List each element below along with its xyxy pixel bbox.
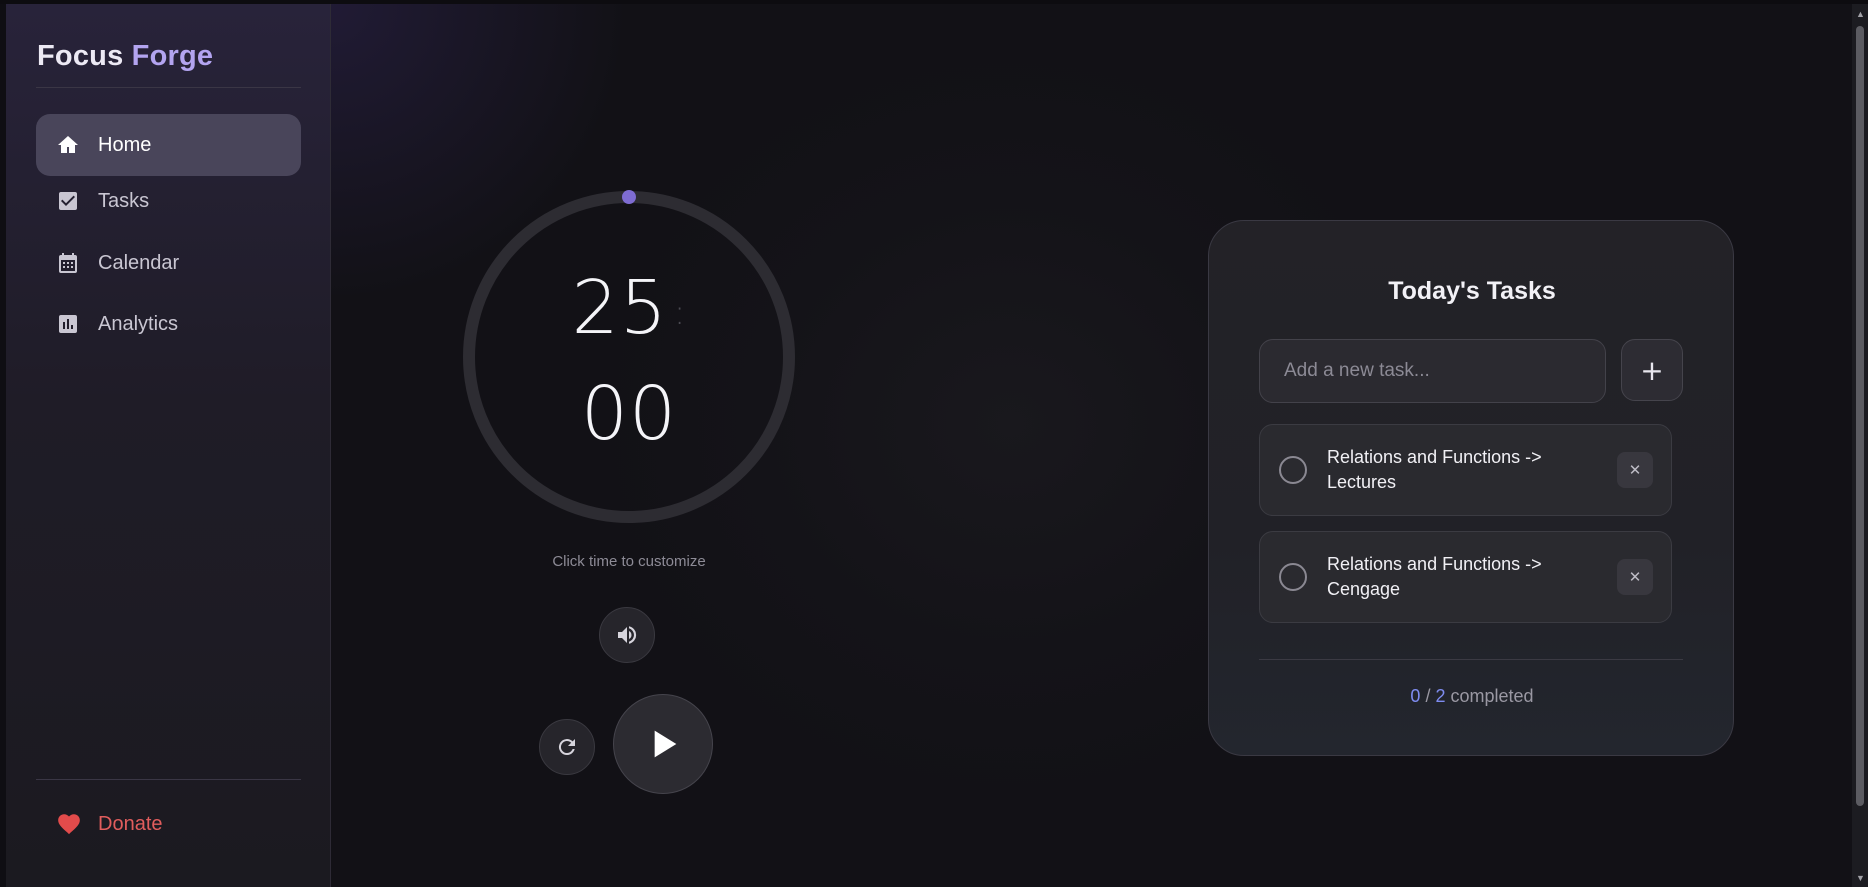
home-icon xyxy=(56,133,80,157)
timer-display[interactable]: 25: 00 xyxy=(461,189,797,525)
delete-task-button[interactable]: ✕ xyxy=(1617,559,1653,595)
donate-label: Donate xyxy=(98,812,163,835)
sidebar-item-tasks[interactable]: Tasks xyxy=(36,170,301,232)
total-count: 2 xyxy=(1435,686,1446,706)
task-text: Relations and Functions -> Cengage xyxy=(1327,554,1542,599)
task-checkbox[interactable] xyxy=(1279,563,1307,591)
sidebar-item-label: Calendar xyxy=(98,251,180,274)
completion-count: 0 / 2 completed xyxy=(1209,686,1735,707)
plus-icon: + xyxy=(1640,353,1664,387)
main-area: 25: 00 Click time to customize Today's T… xyxy=(331,4,1852,887)
brand-part-2: Forge xyxy=(131,40,214,72)
count-separator: / xyxy=(1425,686,1431,706)
calendar-icon xyxy=(56,251,80,275)
task-item: Relations and Functions -> Cengage ✕ xyxy=(1259,531,1672,623)
reset-button[interactable] xyxy=(539,719,595,775)
timer-seconds[interactable]: 00 xyxy=(461,377,797,451)
sidebar-item-label: Tasks xyxy=(98,189,150,212)
volume-icon xyxy=(618,626,637,644)
task-item: Relations and Functions -> Lectures ✕ xyxy=(1259,424,1672,516)
checkbox-icon xyxy=(56,189,80,213)
scrollbar-thumb[interactable] xyxy=(1856,26,1864,806)
sidebar-item-analytics[interactable]: Analytics xyxy=(36,293,301,355)
delete-task-button[interactable]: ✕ xyxy=(1617,452,1653,488)
add-task-button[interactable]: + xyxy=(1621,339,1683,401)
timer-separator: : xyxy=(673,292,687,333)
sound-toggle-button[interactable] xyxy=(599,607,655,663)
play-icon xyxy=(654,730,677,758)
completed-label: completed xyxy=(1450,686,1534,706)
play-button[interactable] xyxy=(613,694,713,794)
sidebar-divider-bottom xyxy=(36,779,301,780)
brand-part-1: Focus xyxy=(37,40,124,72)
timer-minutes[interactable]: 25 xyxy=(572,265,668,351)
close-icon: ✕ xyxy=(1628,568,1642,586)
analytics-icon xyxy=(56,312,80,336)
close-icon: ✕ xyxy=(1628,461,1642,479)
refresh-icon xyxy=(558,739,575,756)
donate-button[interactable]: Donate xyxy=(36,802,163,846)
todays-tasks-card: Today's Tasks + Relations and Functions … xyxy=(1208,220,1734,756)
heart-icon xyxy=(56,811,82,837)
brand-logo: Focus Forge xyxy=(37,40,213,73)
completed-count: 0 xyxy=(1410,686,1421,706)
task-checkbox[interactable] xyxy=(1279,456,1307,484)
sidebar-item-calendar[interactable]: Calendar xyxy=(36,232,301,294)
timer-hint: Click time to customize xyxy=(552,553,706,570)
sidebar: Focus Forge Home Tasks Calendar Analytic… xyxy=(0,4,331,887)
timer-time: 25: 00 xyxy=(461,189,797,525)
sidebar-item-label: Home xyxy=(98,133,152,156)
sidebar-item-label: Analytics xyxy=(98,312,179,335)
scroll-up-icon[interactable]: ▲ xyxy=(1856,10,1865,19)
new-task-input[interactable] xyxy=(1259,339,1606,403)
task-text: Relations and Functions -> Lectures xyxy=(1327,447,1542,492)
tasks-title: Today's Tasks xyxy=(1388,277,1556,305)
scroll-down-icon[interactable]: ▼ xyxy=(1856,874,1865,883)
tasks-divider xyxy=(1259,659,1683,660)
sidebar-divider-top xyxy=(36,87,301,88)
page-scrollbar[interactable]: ▲ ▼ xyxy=(1852,4,1868,887)
sidebar-item-home[interactable]: Home xyxy=(36,114,301,176)
